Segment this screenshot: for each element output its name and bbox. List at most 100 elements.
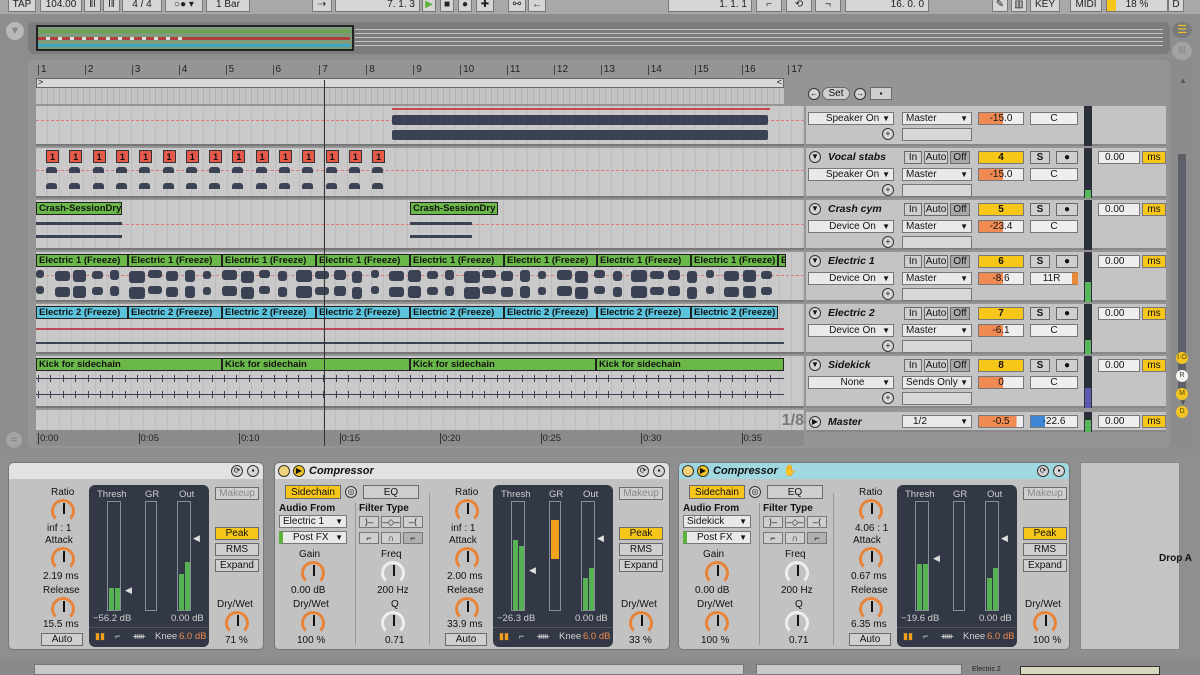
- sidechain-eq-button[interactable]: EQ: [363, 485, 419, 499]
- attack-knob[interactable]: [51, 547, 75, 571]
- time-signature-field[interactable]: 4 / 4: [122, 0, 162, 12]
- rms-mode-button[interactable]: RMS: [1023, 543, 1067, 556]
- clip-electric-1[interactable]: Electric 1 (Freeze): [128, 254, 222, 267]
- midi-note-clip[interactable]: 1: [185, 150, 199, 163]
- makeup-button[interactable]: Makeup: [1023, 487, 1067, 500]
- monitor-in-button[interactable]: In: [904, 151, 922, 164]
- delay-unit-button[interactable]: ms: [1142, 255, 1166, 268]
- clip-electric-2[interactable]: Electric 2 (Freeze): [504, 306, 597, 319]
- clip-electric-1[interactable]: Electric 1 (Freeze): [222, 254, 316, 267]
- monitor-off-button[interactable]: Off: [950, 151, 970, 164]
- midi-note-clip[interactable]: 1: [325, 150, 339, 163]
- sidechain-eq-button[interactable]: EQ: [767, 485, 823, 499]
- output-channel-field[interactable]: [902, 340, 972, 353]
- collapsed-view-icon[interactable]: ▮▮: [903, 631, 913, 642]
- output-gain-slider-icon[interactable]: ◀: [193, 533, 200, 544]
- output-gain-slider-icon[interactable]: ◀: [1001, 533, 1008, 544]
- collapsed-view-icon[interactable]: ▮▮: [499, 631, 509, 642]
- device-title-bar[interactable]: ▶ Compressor ⟳ ▪: [275, 463, 669, 479]
- add-send-icon[interactable]: +: [882, 184, 894, 196]
- clip-electric-2[interactable]: Electric 2 (Freeze): [597, 306, 691, 319]
- sidechain-listen-icon[interactable]: ◎: [749, 486, 761, 498]
- solo-button[interactable]: S: [1030, 151, 1050, 164]
- monitor-in-button[interactable]: In: [904, 359, 922, 372]
- auto-release-button[interactable]: Auto: [849, 633, 891, 646]
- midi-note-clip[interactable]: 1: [92, 150, 106, 163]
- monitor-in-button[interactable]: In: [904, 203, 922, 216]
- monitor-auto-button[interactable]: Auto: [924, 359, 948, 372]
- drywet-knob[interactable]: [1033, 611, 1057, 635]
- key-map-button[interactable]: ▥: [1011, 0, 1027, 12]
- activity-view-icon[interactable]: ᚔ: [941, 631, 953, 642]
- expand-mode-button[interactable]: Expand: [1023, 559, 1067, 572]
- overview-visible-region[interactable]: [36, 25, 354, 51]
- output-value[interactable]: 0.00 dB: [979, 613, 1012, 624]
- returns-toggle-icon[interactable]: R: [1176, 370, 1188, 382]
- threshold-meter[interactable]: [107, 501, 121, 611]
- master-volume-field[interactable]: -0.5: [978, 415, 1024, 428]
- track-name[interactable]: Vocal stabs: [828, 151, 886, 163]
- clip-crash-1[interactable]: Crash-SessionDry: [36, 202, 122, 215]
- add-send-icon[interactable]: +: [882, 288, 894, 300]
- track-delay-field[interactable]: 0.00: [1098, 255, 1140, 268]
- pan-field[interactable]: C: [1030, 220, 1078, 233]
- sidechain-q-knob[interactable]: [785, 611, 809, 635]
- threshold-meter[interactable]: [511, 501, 525, 611]
- filter-bandpass-button[interactable]: –◇–: [381, 516, 401, 528]
- tempo-field[interactable]: 104.00: [40, 0, 82, 12]
- volume-field[interactable]: -6.1: [978, 324, 1024, 337]
- loop-start-field[interactable]: 1. 1. 1: [668, 0, 752, 12]
- solo-button[interactable]: S: [1030, 359, 1050, 372]
- back-to-arrangement-button[interactable]: ←: [528, 0, 546, 12]
- track-lane-0[interactable]: [36, 106, 804, 146]
- audio-to-select[interactable]: Sends Only: [902, 376, 972, 389]
- cue-volume-field[interactable]: -22.6: [1030, 415, 1078, 428]
- monitor-auto-button[interactable]: Auto: [924, 203, 948, 216]
- pan-field[interactable]: C: [1030, 112, 1078, 125]
- filter-highpass-button[interactable]: ⟩–: [763, 516, 783, 528]
- peak-mode-button[interactable]: Peak: [1023, 527, 1067, 540]
- output-channel-field[interactable]: [902, 236, 972, 249]
- auto-release-button[interactable]: Auto: [41, 633, 83, 646]
- clip-electric-2[interactable]: Electric 2 (Freeze): [691, 306, 778, 319]
- filter-bandpass-button[interactable]: –◇–: [785, 516, 805, 528]
- collapsed-view-icon[interactable]: ▮▮: [95, 631, 105, 642]
- output-channel-field[interactable]: [902, 128, 972, 141]
- track-name[interactable]: Sidekick: [828, 359, 871, 371]
- knee-value[interactable]: 6.0 dB: [583, 631, 610, 642]
- device-activator-icon[interactable]: [278, 465, 290, 477]
- filter-highpass-button[interactable]: ⟩–: [359, 516, 379, 528]
- output-channel-field[interactable]: [902, 288, 972, 301]
- track-fold-icon[interactable]: ▼: [809, 151, 821, 163]
- key-map-mode-button[interactable]: KEY: [1030, 0, 1060, 12]
- mixer-toggle-icon[interactable]: M: [1176, 388, 1188, 400]
- track-fold-icon[interactable]: ▼: [809, 255, 821, 267]
- transfer-curve-view-icon[interactable]: ⌐: [923, 631, 928, 641]
- clip-electric-2[interactable]: Electric 2 (Freeze): [36, 306, 128, 319]
- monitor-in-button[interactable]: In: [904, 307, 922, 320]
- output-gain-slider-icon[interactable]: ◀: [597, 533, 604, 544]
- rms-mode-button[interactable]: RMS: [215, 543, 259, 556]
- midi-note-clip[interactable]: 1: [302, 150, 316, 163]
- punch-in-button[interactable]: ⌐: [756, 0, 782, 12]
- knee-value[interactable]: 6.0 dB: [987, 631, 1014, 642]
- monitor-auto-button[interactable]: Auto: [924, 151, 948, 164]
- time-ruler[interactable]: 0:00 0:05 0:10 0:15 0:20 0:25 0:30 0:35: [36, 430, 804, 446]
- monitor-off-button[interactable]: Off: [950, 203, 970, 216]
- filter-lowshelf-button[interactable]: ⌐: [763, 532, 783, 544]
- expand-mode-button[interactable]: Expand: [619, 559, 663, 572]
- ratio-knob[interactable]: [455, 499, 479, 523]
- filter-highshelf-button[interactable]: ⌐: [403, 532, 423, 544]
- midi-note-clip[interactable]: 1: [139, 150, 153, 163]
- clip-kick-for-sidechain[interactable]: Kick for sidechain: [36, 358, 222, 371]
- monitor-auto-button[interactable]: Auto: [924, 255, 948, 268]
- device-hotswap-icon[interactable]: ⟳: [637, 465, 649, 477]
- threshold-slider-icon[interactable]: ◀: [125, 585, 132, 596]
- threshold-value[interactable]: −26.3 dB: [497, 613, 535, 624]
- track-fold-icon[interactable]: ▼: [809, 307, 821, 319]
- arm-button[interactable]: ●: [1056, 307, 1078, 320]
- monitor-off-button[interactable]: Off: [950, 359, 970, 372]
- master-fold-icon[interactable]: ▶: [809, 416, 821, 428]
- sidechain-freq-knob[interactable]: [785, 561, 809, 585]
- filter-lowpass-button[interactable]: –⟨: [807, 516, 827, 528]
